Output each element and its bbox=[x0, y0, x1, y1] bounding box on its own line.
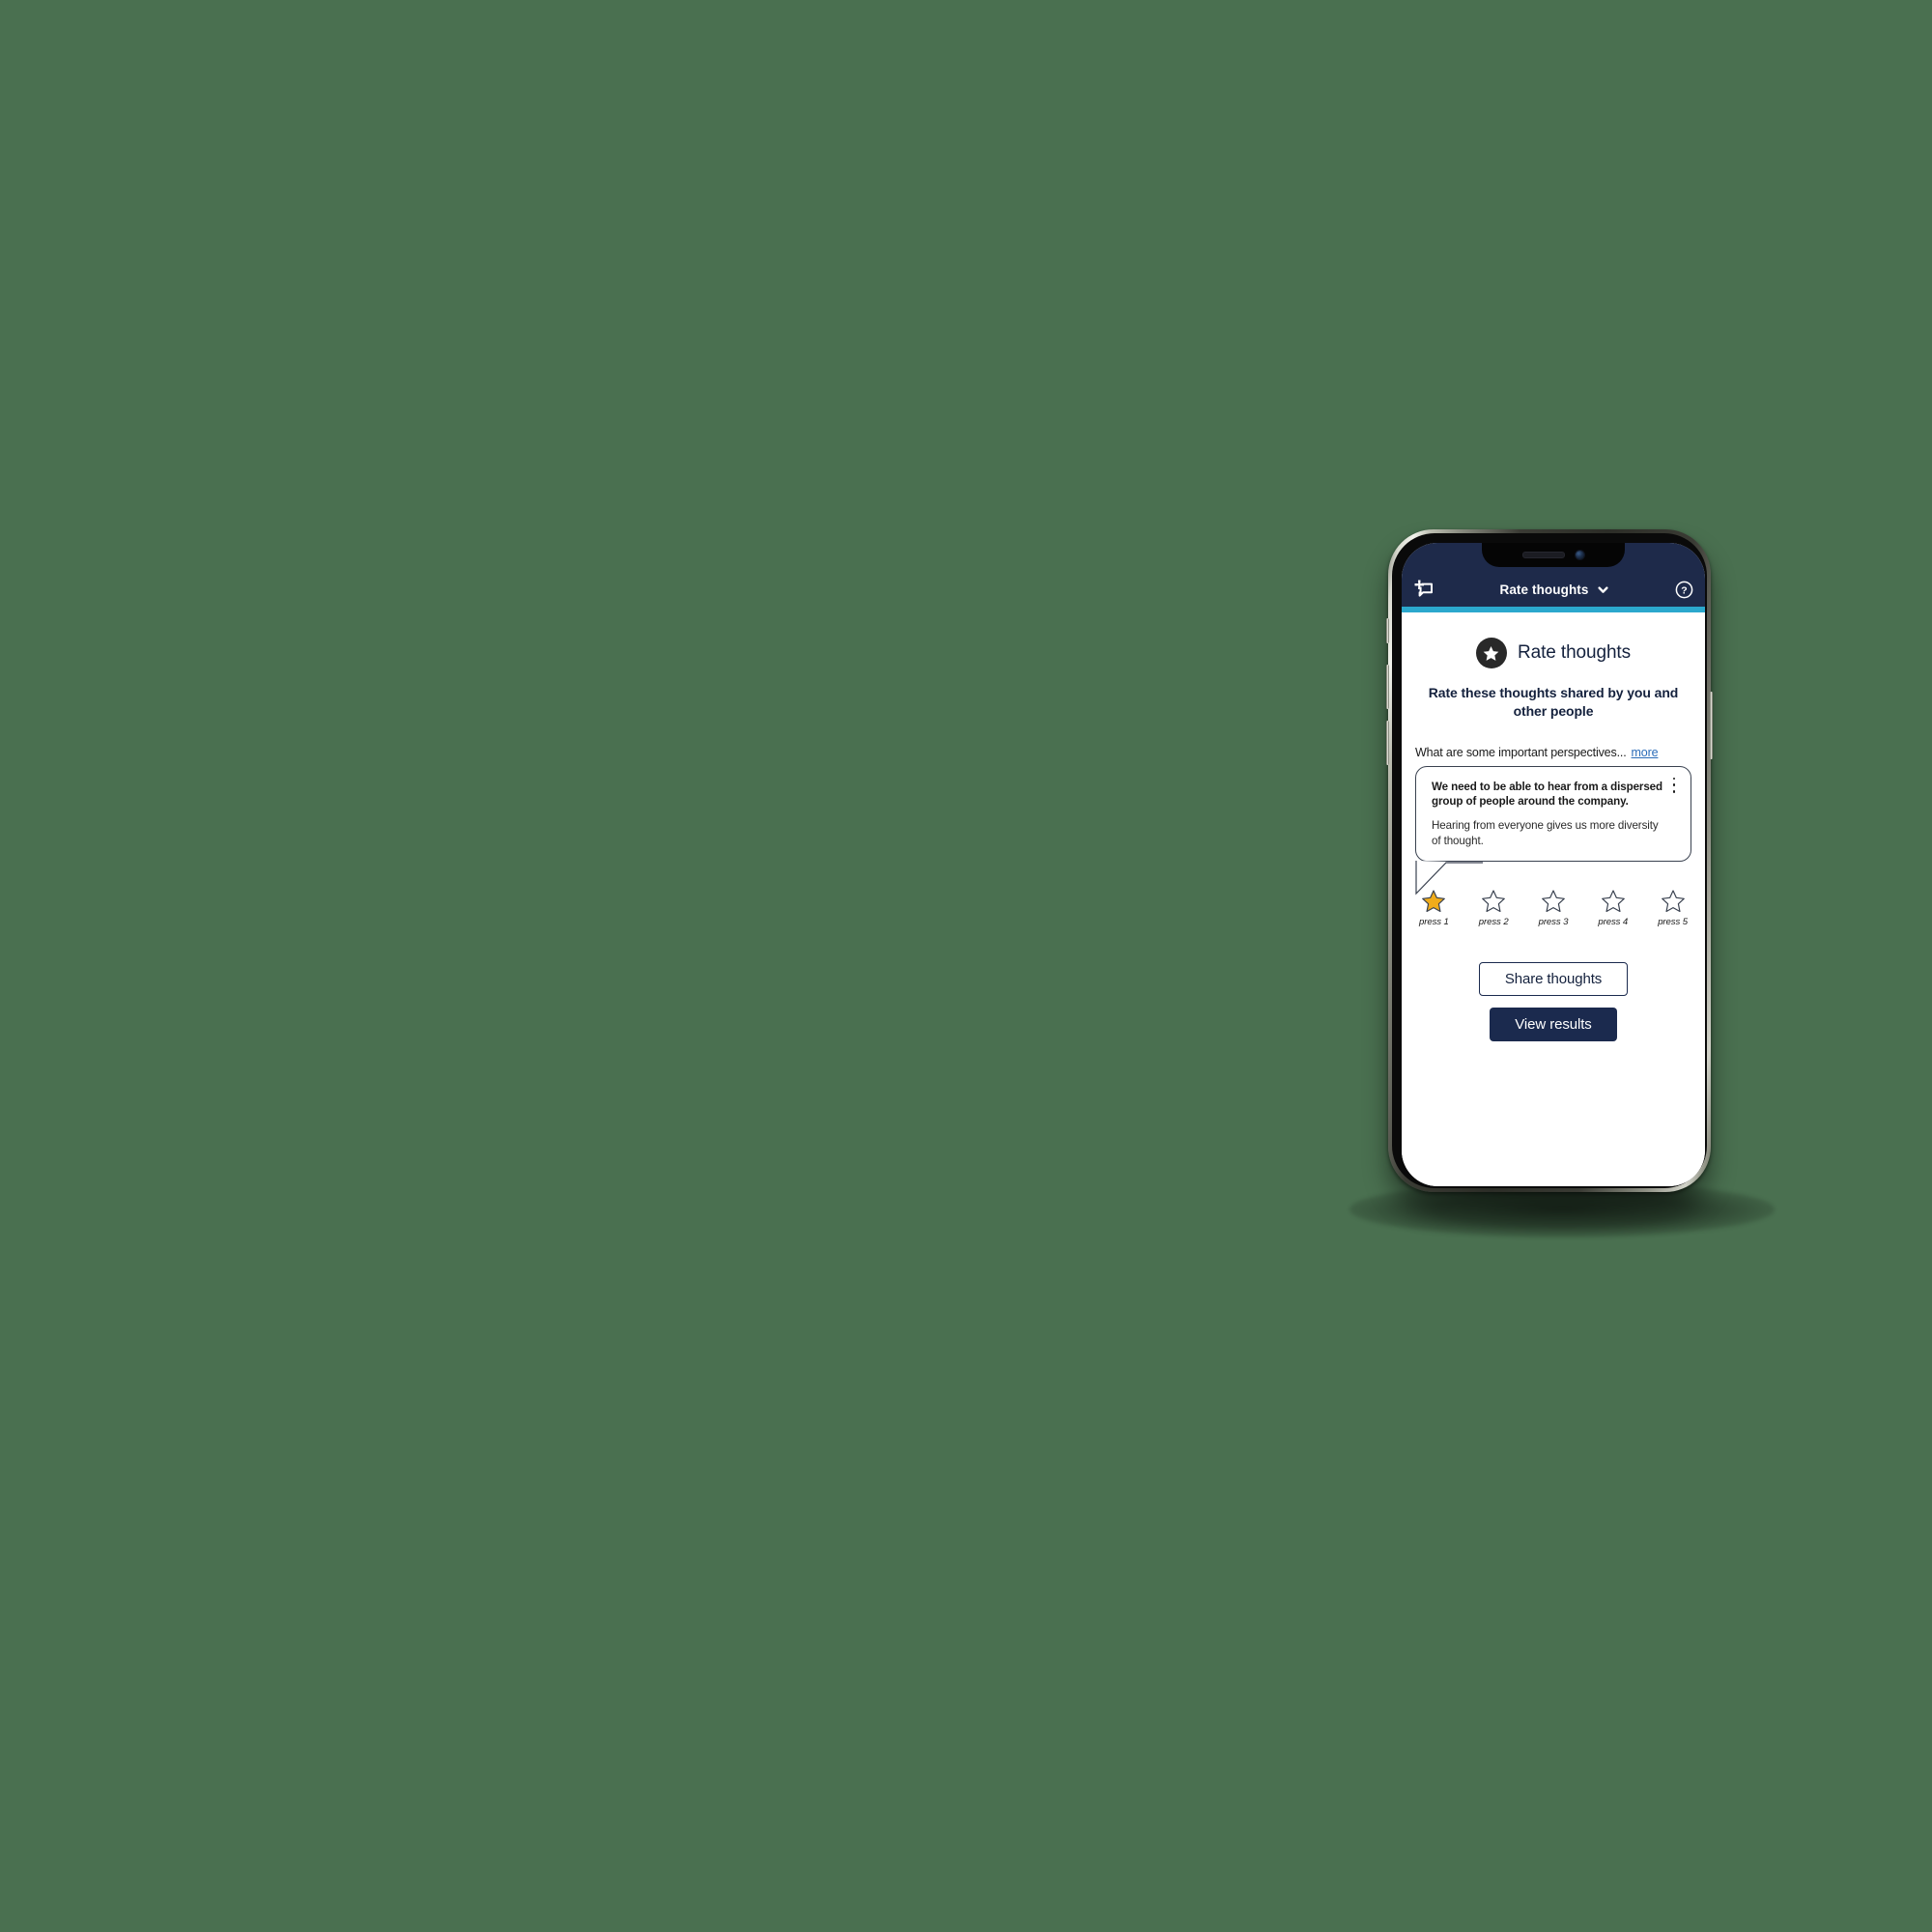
svg-text:?: ? bbox=[1681, 584, 1687, 596]
phone-volume-down-button[interactable] bbox=[1386, 721, 1389, 765]
question-row: What are some important perspectives... … bbox=[1415, 746, 1691, 759]
star-outline-icon bbox=[1661, 890, 1685, 913]
action-buttons: Share thoughts View results bbox=[1415, 962, 1691, 1042]
kebab-menu-icon[interactable] bbox=[1667, 776, 1681, 795]
rating-label-5: press 5 bbox=[1658, 917, 1688, 928]
rating-star-3[interactable]: press 3 bbox=[1538, 889, 1569, 928]
rating-star-4[interactable]: press 4 bbox=[1598, 889, 1628, 927]
thought-card-body: Hearing from everyone gives us more dive… bbox=[1432, 819, 1659, 847]
device-notch bbox=[1482, 543, 1625, 567]
status-bar bbox=[1402, 543, 1705, 572]
phone-silent-switch[interactable] bbox=[1386, 618, 1389, 643]
help-circle-icon[interactable]: ? bbox=[1674, 580, 1693, 599]
phone-mockup: Rate thoughts ? Rate thoughts Rate these… bbox=[1350, 529, 1775, 1254]
rating-label-4: press 4 bbox=[1598, 917, 1629, 928]
page-subtitle: Rate these thoughts shared by you and ot… bbox=[1428, 685, 1679, 720]
page-heading-row: Rate thoughts bbox=[1415, 638, 1691, 668]
phone-volume-up-button[interactable] bbox=[1386, 665, 1389, 709]
rating-star-5[interactable]: press 5 bbox=[1658, 889, 1688, 927]
star-badge-icon bbox=[1475, 638, 1507, 668]
rating-label-1: press 1 bbox=[1419, 917, 1449, 928]
new-thought-bubble-plus-icon[interactable] bbox=[1413, 579, 1435, 600]
view-results-button[interactable]: View results bbox=[1490, 1008, 1617, 1042]
rating-label-3: press 3 bbox=[1538, 917, 1569, 928]
star-outline-icon bbox=[1601, 890, 1625, 913]
phone-screen: Rate thoughts ? Rate thoughts Rate these… bbox=[1402, 543, 1705, 1186]
thought-card-title: We need to be able to hear from a disper… bbox=[1432, 780, 1663, 809]
phone-bezel: Rate thoughts ? Rate thoughts Rate these… bbox=[1392, 533, 1707, 1188]
phone-power-button[interactable] bbox=[1710, 692, 1713, 759]
header-title: Rate thoughts bbox=[1499, 582, 1589, 597]
chevron-down-icon[interactable] bbox=[1597, 583, 1609, 596]
question-text: What are some important perspectives... bbox=[1415, 745, 1627, 759]
page-title: Rate thoughts bbox=[1517, 642, 1631, 663]
star-outline-icon bbox=[1542, 890, 1565, 913]
app-content: Rate thoughts Rate these thoughts shared… bbox=[1402, 612, 1705, 1186]
front-camera-icon bbox=[1576, 551, 1584, 559]
thought-card-wrapper: We need to be able to hear from a disper… bbox=[1415, 765, 1691, 895]
header-title-group[interactable]: Rate thoughts bbox=[1435, 582, 1674, 597]
question-more-link[interactable]: more bbox=[1632, 746, 1659, 759]
app-header: Rate thoughts ? bbox=[1402, 572, 1705, 607]
thought-card-tail bbox=[1415, 861, 1483, 895]
rating-star-2[interactable]: press 2 bbox=[1479, 889, 1509, 927]
speaker-grille-icon bbox=[1522, 552, 1565, 558]
rating-label-2: press 2 bbox=[1478, 917, 1509, 928]
phone-outer-frame: Rate thoughts ? Rate thoughts Rate these… bbox=[1386, 529, 1713, 1192]
star-outline-icon bbox=[1482, 890, 1506, 913]
share-thoughts-button[interactable]: Share thoughts bbox=[1478, 962, 1629, 997]
thought-card[interactable]: We need to be able to hear from a disper… bbox=[1415, 765, 1691, 863]
